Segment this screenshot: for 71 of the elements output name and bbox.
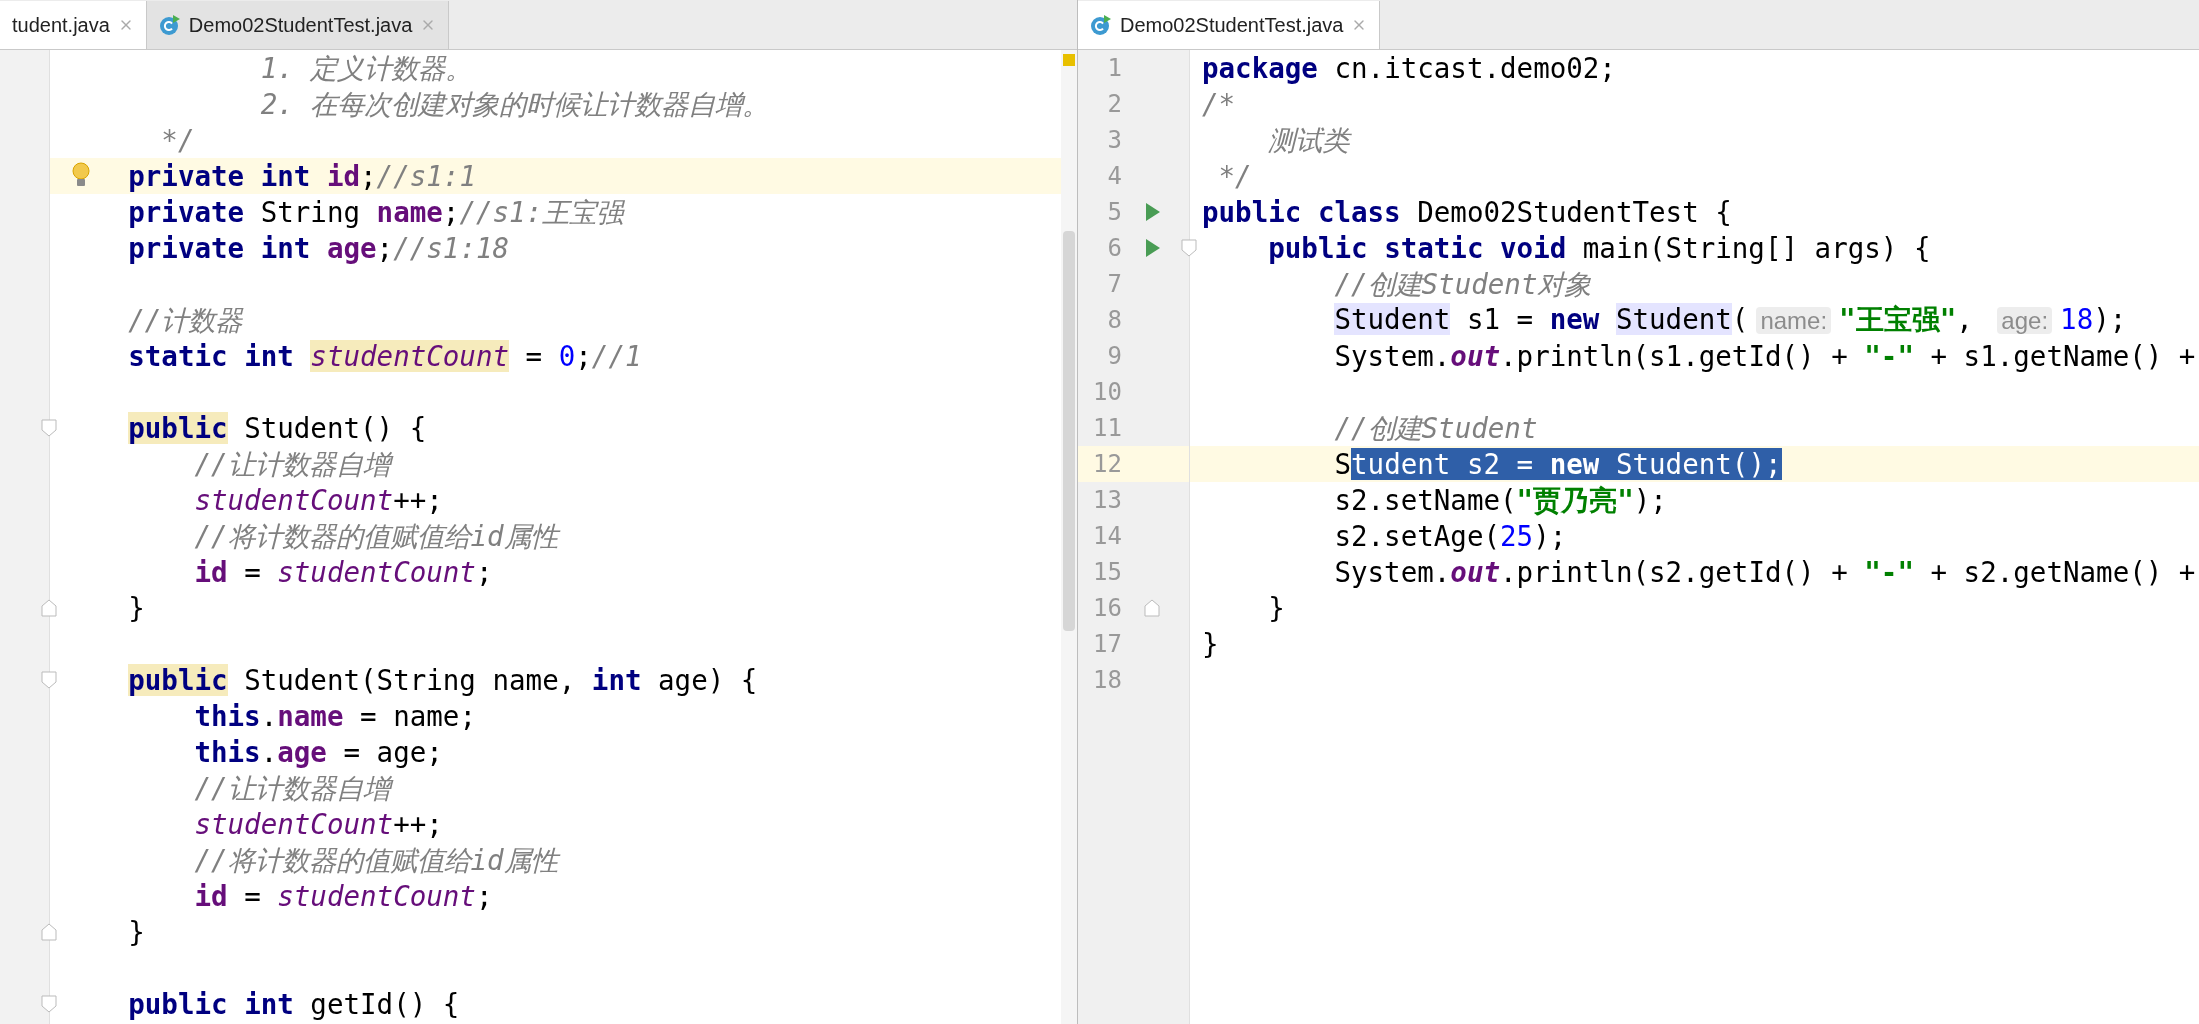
line-number: 12 — [1092, 449, 1122, 480]
fold-icon[interactable] — [1144, 599, 1160, 617]
file-tab[interactable]: Demo02StudentTest.java — [146, 1, 450, 49]
code-line: studentCount++; — [194, 807, 443, 842]
line-number: 3 — [1106, 125, 1122, 156]
code-line: public class Demo02StudentTest { — [1202, 195, 1732, 230]
line-number: 1 — [1106, 53, 1122, 84]
code-line: //创建Student — [1334, 411, 1538, 446]
line-number: 18 — [1092, 665, 1122, 696]
line-number: 10 — [1092, 377, 1122, 408]
code-line: 测试类 — [1268, 123, 1350, 158]
file-tab[interactable]: tudent.java — [0, 1, 147, 49]
code-line: } — [128, 591, 145, 626]
code-line: */ — [1218, 159, 1252, 194]
fold-icon[interactable] — [41, 923, 57, 941]
code-line: 1. 定义计数器。 — [260, 51, 473, 86]
code-line: public Student() { — [128, 411, 427, 446]
code-line: } — [128, 915, 145, 950]
lightbulb-icon[interactable] — [72, 162, 90, 188]
code-line: this.age = age; — [194, 735, 443, 770]
code-line: public Student(String name, int age) { — [128, 663, 758, 698]
line-number: 14 — [1092, 521, 1122, 552]
class-file-icon — [1090, 14, 1112, 36]
warning-indicator-icon — [1063, 54, 1075, 66]
code-line: /* — [1202, 87, 1236, 122]
run-icon[interactable] — [1144, 237, 1162, 259]
code-line: id = studentCount; — [194, 555, 493, 590]
code-line: } — [1202, 627, 1219, 662]
fold-icon[interactable] — [1181, 239, 1197, 257]
code-line: */ — [161, 123, 195, 158]
code-line: id = studentCount; — [194, 879, 493, 914]
line-number: 8 — [1106, 305, 1122, 336]
code-line: private int age;//s1:18 — [128, 231, 510, 266]
code-line: Student s1 = new Student( name: "王宝强", age: 18); — [1334, 302, 2127, 337]
fold-icon[interactable] — [41, 995, 57, 1013]
class-file-icon — [158, 14, 181, 36]
line-number: 17 — [1092, 629, 1122, 660]
code-line: private int id;//s1:1 — [128, 159, 476, 194]
line-number: 9 — [1106, 341, 1122, 372]
code-line: s2.setName("贾乃亮"); — [1334, 483, 1667, 518]
code-line: s2.setAge(25); — [1334, 519, 1567, 554]
line-number: 5 — [1106, 197, 1122, 228]
code-line: System.out.println(s1.getId() + "-" + s1.getName() + — [1334, 339, 2196, 374]
fold-icon[interactable] — [41, 671, 57, 689]
line-number: 7 — [1106, 269, 1122, 300]
code-line: //创建Student对象 — [1334, 267, 1592, 302]
code-line: static int studentCount = 0;//1 — [128, 339, 642, 374]
code-line: package cn.itcast.demo02; — [1202, 51, 1616, 86]
line-number: 13 — [1092, 485, 1122, 516]
fold-icon[interactable] — [41, 419, 57, 437]
line-number: 15 — [1092, 557, 1122, 588]
code-line: Student s2 = new Student(); — [1334, 447, 1782, 482]
code-line: 2. 在每次创建对象的时候让计数器自增。 — [260, 87, 770, 122]
code-line: studentCount++; — [194, 483, 443, 518]
line-number: 11 — [1092, 413, 1122, 444]
code-line: //计数器 — [128, 303, 243, 338]
run-icon[interactable] — [1144, 201, 1162, 223]
code-line: } — [1268, 591, 1285, 626]
code-line: System.out.println(s2.getId() + "-" + s2.getName() + — [1334, 555, 2196, 590]
code-line: public static void main(String[] args) { — [1268, 231, 1931, 266]
scrollbar-thumb[interactable] — [1063, 231, 1075, 631]
scrollbar[interactable] — [1061, 50, 1077, 1024]
line-number: 2 — [1106, 89, 1122, 120]
fold-icon[interactable] — [41, 599, 57, 617]
file-tab[interactable]: Demo02StudentTest.java — [1078, 1, 1381, 49]
line-number: 6 — [1106, 233, 1122, 264]
line-number: 16 — [1092, 593, 1122, 624]
line-number: 4 — [1106, 161, 1122, 192]
code-line: private String name;//s1:王宝强 — [128, 195, 624, 230]
code-line: public int getId() { — [128, 987, 460, 1022]
code-line: this.name = name; — [194, 699, 476, 734]
